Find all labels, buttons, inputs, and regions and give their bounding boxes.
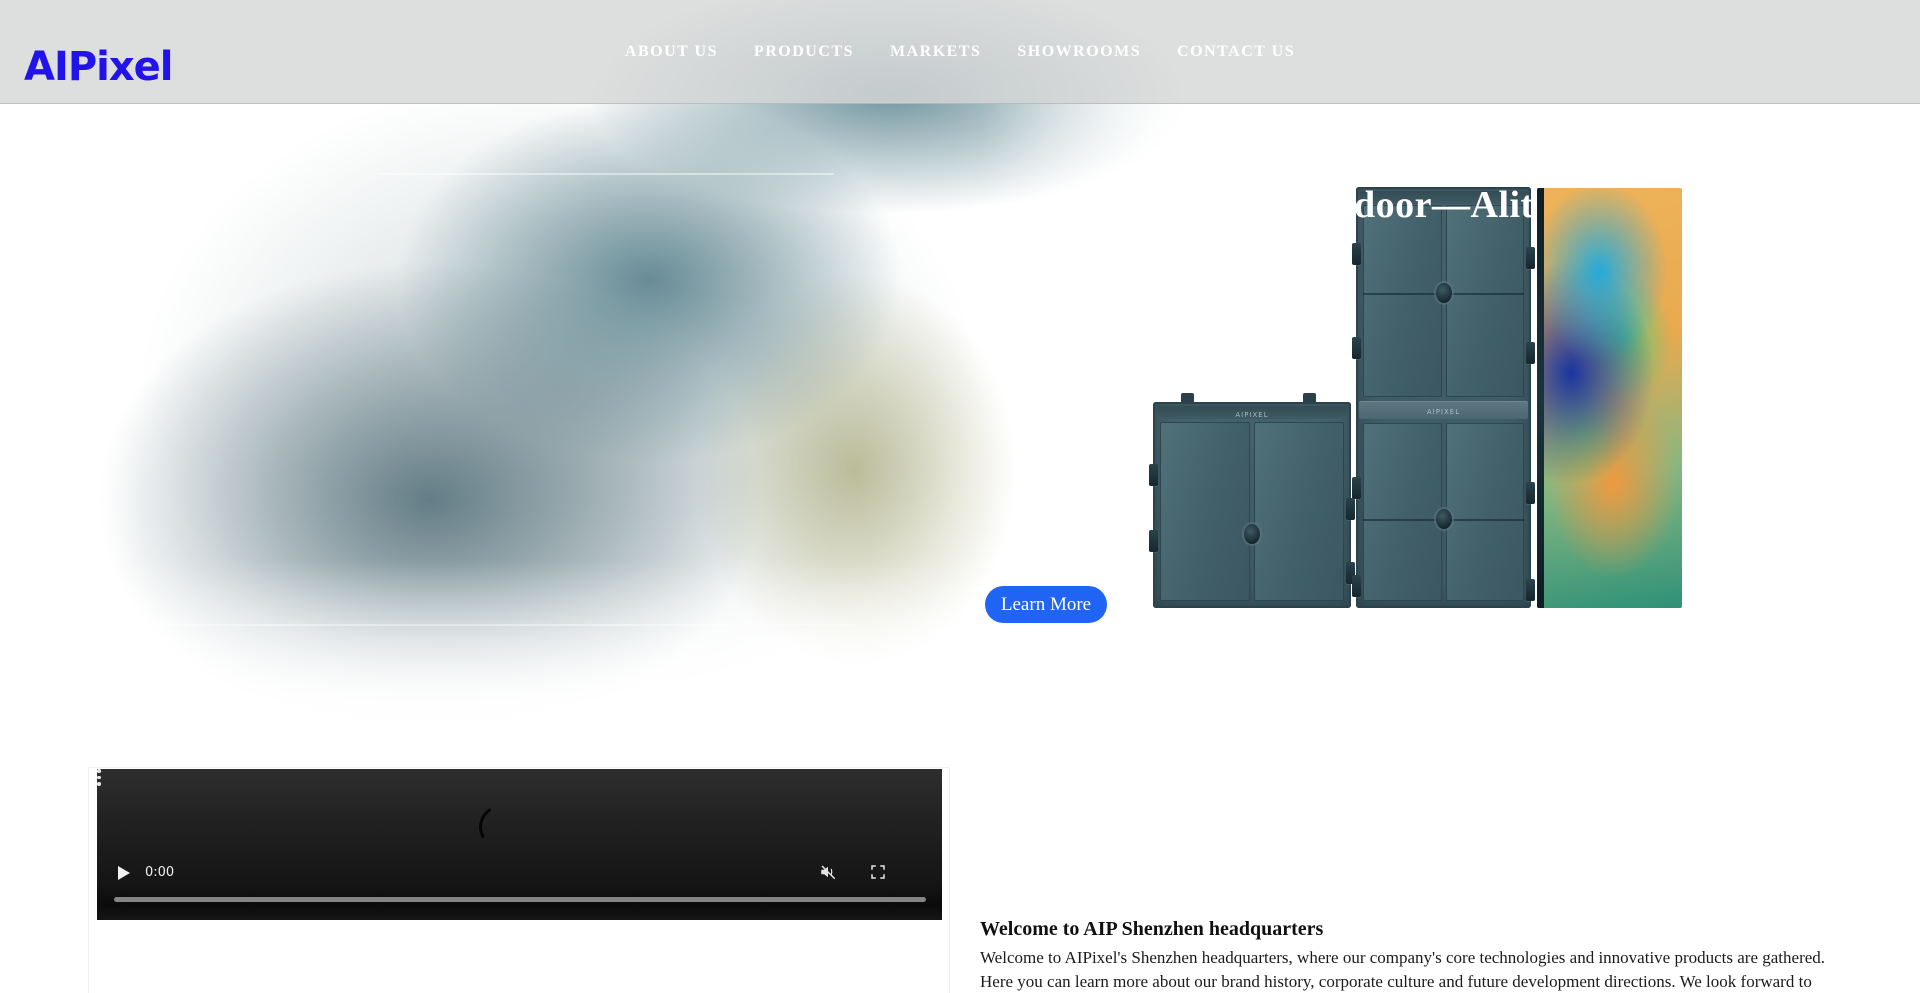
video-player[interactable]: 0:00 [97,769,942,920]
cabinet-latch [1352,575,1361,597]
cabinet-latch [1526,482,1535,504]
cabinet-latch [1526,247,1535,269]
cabinet-brand-label: AIPIXEL [1235,411,1268,419]
nav-item-markets[interactable]: MARKETS [890,43,981,61]
brand-logo[interactable]: AIPixel [24,44,173,90]
learn-more-button[interactable]: Learn More [985,586,1107,623]
cabinet-knob [1436,283,1452,303]
led-panel-screen [1537,188,1682,608]
cabinet-latch [1149,464,1158,486]
cabinet-doors [1160,422,1344,601]
cabinet-brand-label: AIPIXEL [1427,408,1460,416]
video-seekbar[interactable] [114,897,926,902]
about-heading: Welcome to AIP Shenzhen headquarters [980,918,1323,941]
cabinet-door [1446,423,1525,601]
hero-slide-title: door—Alita [1354,183,1553,227]
cabinet-door [1363,205,1442,397]
cabinet-door [1254,422,1344,601]
cabinet-latch [1352,337,1361,359]
cabinet-section-bottom [1363,423,1524,601]
cabinet-top-rail: AIPIXEL [1157,406,1347,419]
led-screen-artwork [1544,188,1682,608]
cabinet-door [1160,422,1250,601]
cabinet-latch [1526,342,1535,364]
cabinet-foot [1181,393,1194,402]
fullscreen-icon[interactable] [869,863,887,881]
hero-blur-fade [0,0,140,720]
hero-section: door—Alita AIPIXEL [0,0,1920,720]
loading-spinner-icon [474,800,527,853]
overflow-menu-icon[interactable] [97,769,101,786]
cabinet-divider-band: AIPIXEL [1359,401,1528,419]
cabinet-foot [1303,393,1316,402]
cabinet-latch [1149,530,1158,552]
nav-item-showrooms[interactable]: SHOWROOMS [1017,43,1141,61]
led-cabinet-left: AIPIXEL [1153,402,1351,608]
cabinet-door [1363,423,1442,601]
video-card: 0:00 [88,767,950,993]
about-paragraph: Welcome to AIPixel's Shenzhen headquarte… [980,946,1828,993]
cabinet-latch [1352,477,1361,499]
cabinet-knob [1244,524,1260,544]
nav-item-products[interactable]: PRODUCTS [754,43,854,61]
cabinet-section-top [1363,205,1524,397]
main-nav: ABOUT US PRODUCTS MARKETS SHOWROOMS CONT… [625,0,1295,104]
cabinet-latch [1526,579,1535,601]
site-header: AIPixel ABOUT US PRODUCTS MARKETS SHOWRO… [0,0,1920,104]
led-cabinet-middle: AIPIXEL [1356,187,1531,608]
mute-icon[interactable] [819,863,837,881]
cabinet-latch [1352,243,1361,265]
cabinet-door [1446,205,1525,397]
nav-item-about-us[interactable]: ABOUT US [625,43,718,61]
page: door—Alita AIPIXEL [0,0,1920,993]
hero-blur-highlight-line [379,173,834,175]
nav-item-contact-us[interactable]: CONTACT US [1177,43,1295,61]
led-panel-side-edge [1537,188,1544,608]
play-icon[interactable] [118,866,130,880]
video-current-time: 0:00 [145,865,174,880]
cabinet-latch [1346,498,1355,520]
cabinet-knob [1436,509,1452,529]
